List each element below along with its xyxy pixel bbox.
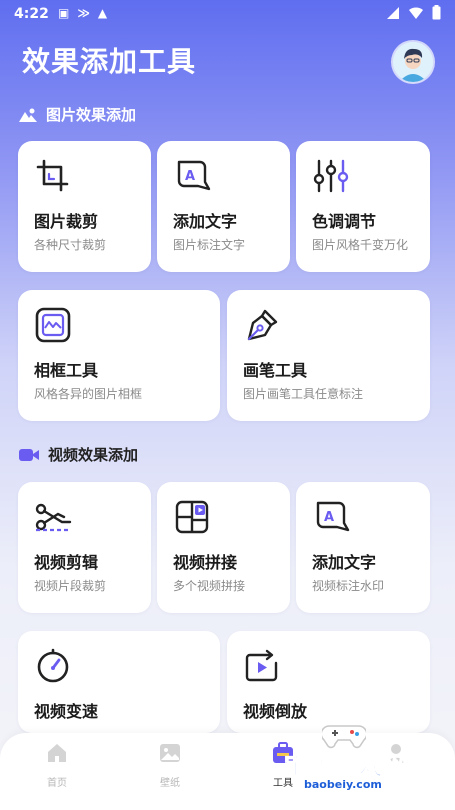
nav-item-label: 首页 [47,778,67,789]
sliders-icon [313,159,349,193]
card-color-tone[interactable]: 色调调节 图片风格千变万化 [296,141,430,272]
card-subtitle: 视频片段裁剪 [34,579,107,593]
card-add-text[interactable]: A 添加文字 图片标注文字 [157,141,290,272]
card-video-speed[interactable]: 视频变速 [18,631,220,733]
card-subtitle: 多个视频拼接 [173,579,246,593]
grid-icon [175,500,209,534]
nav-item-home[interactable]: 首页 [27,741,87,789]
system-icons [386,5,441,20]
notification-icons: ▣ ≫ ▲ [58,6,107,20]
reverse-play-icon [245,649,278,682]
card-title: 视频变速 [34,702,99,721]
video-camera-icon [19,448,39,461]
battery-icon [432,5,441,20]
page-title: 效果添加工具 [22,45,197,78]
card-title: 色调调节 [312,212,377,231]
crop-icon [36,159,69,192]
card-title: 图片裁剪 [34,212,99,231]
card-video-edit[interactable]: 视频剪辑 视频片段裁剪 [18,482,151,613]
card-title: 添加文字 [312,553,377,572]
nav-item-label: 壁纸 [160,778,180,789]
card-photo-frame[interactable]: 相框工具 风格各异的图片相框 [18,290,220,421]
landscape-icon [19,108,37,122]
speed-icon [37,648,69,683]
card-video-add-text[interactable]: A 添加文字 视频标注水印 [296,482,430,613]
card-subtitle: 视频标注水印 [312,579,385,593]
warning-icon: ▲ [97,6,108,20]
card-subtitle: 各种尺寸裁剪 [34,238,107,252]
text-bubble-icon: A [316,501,350,532]
section-title-picture-label: 图片效果添加 [46,106,137,124]
svg-text:A: A [324,510,334,525]
card-subtitle: 风格各异的图片相框 [34,387,143,401]
status-bar: 4:22 ▣ ≫ ▲ [0,0,455,28]
card-title: 视频剪辑 [34,553,99,572]
card-title: 视频拼接 [173,553,238,572]
card-title: 画笔工具 [243,361,308,380]
card-title: 添加文字 [173,212,238,231]
watermark-url: baobeiy.com [304,778,382,791]
card-title: 视频倒放 [243,702,308,721]
pen-nib-icon [247,309,278,341]
card-brush-tool[interactable]: 画笔工具 图片画笔工具任意标注 [227,290,430,421]
frame-icon [35,307,71,343]
card-video-reverse[interactable]: 视频倒放 [227,631,430,733]
app-notification-icon: ▣ [58,6,70,20]
wifi-icon [409,6,423,19]
section-title-video-label: 视频效果添加 [48,446,139,464]
watermark-title: 宝贝游戏网 [284,752,409,781]
card-video-merge[interactable]: 视频拼接 多个视频拼接 [157,482,290,613]
card-image-crop[interactable]: 图片裁剪 各种尺寸裁剪 [18,141,151,272]
link-notification-icon: ≫ [77,6,90,20]
watermark: 宝贝游戏网 baobeiy.com [284,720,424,804]
user-avatar[interactable] [393,42,433,82]
card-subtitle: 图片画笔工具任意标注 [243,387,364,401]
avatar-icon [393,42,433,82]
card-subtitle: 图片风格千变万化 [312,238,409,252]
home-icon [48,744,66,762]
image-icon [160,744,180,762]
card-title: 相框工具 [34,361,99,380]
svg-text:A: A [185,169,195,184]
section-title-picture: 图片效果添加 [18,104,136,125]
card-subtitle: 图片标注文字 [173,238,246,252]
signal-icon [387,6,399,19]
nav-item-wallpaper[interactable]: 壁纸 [140,741,200,789]
scissors-icon [35,503,72,532]
text-bubble-icon: A [177,160,211,191]
status-time: 4:22 [14,6,49,22]
section-title-video: 视频效果添加 [18,444,138,465]
